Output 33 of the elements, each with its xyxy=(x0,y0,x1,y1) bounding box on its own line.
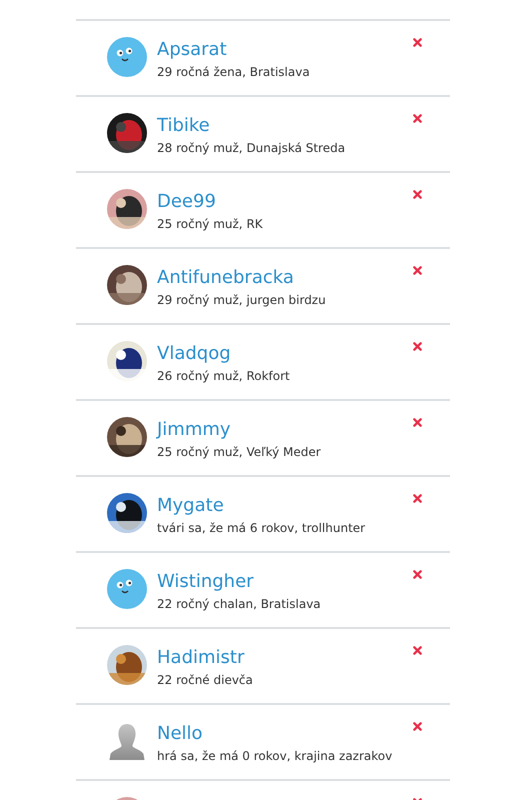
user-info: tvári sa, že má 6 rokov, trollhunter xyxy=(157,520,366,537)
user-name-link[interactable]: Apsarat xyxy=(157,38,310,62)
remove-icon[interactable] xyxy=(413,646,422,655)
user-info: 26 ročný muž, Rokfort xyxy=(157,368,290,385)
user-name-link[interactable]: Mygate xyxy=(157,494,366,518)
user-info: 22 ročné dievča xyxy=(157,672,253,689)
user-name-link[interactable]: Jimmmy xyxy=(157,418,321,442)
user-info: 25 ročný muž, RK xyxy=(157,216,263,233)
user-info: 22 ročný chalan, Bratislava xyxy=(157,596,321,613)
user-name-link[interactable]: Nello xyxy=(157,722,392,746)
user-name-link[interactable]: Antifunebracka xyxy=(157,266,326,290)
user-info: 25 ročný muž, Veľký Meder xyxy=(157,444,321,461)
remove-icon[interactable] xyxy=(413,190,422,199)
remove-icon[interactable] xyxy=(413,114,422,123)
user-name-link[interactable]: Tibike xyxy=(157,114,346,138)
remove-icon[interactable] xyxy=(413,38,422,47)
user-name-link[interactable]: Vladqog xyxy=(157,342,290,366)
user-name-link[interactable]: Hadimistr xyxy=(157,646,253,670)
user-name-link[interactable]: Wistingher xyxy=(157,570,321,594)
remove-icon[interactable] xyxy=(413,722,422,731)
remove-icon[interactable] xyxy=(413,342,422,351)
remove-icon[interactable] xyxy=(413,570,422,579)
smiley-avatar-icon xyxy=(107,569,147,609)
smiley-avatar-icon xyxy=(107,37,147,77)
remove-icon[interactable] xyxy=(413,418,422,427)
user-name-link[interactable]: Dee99 xyxy=(157,190,263,214)
user-info: 29 ročný muž, jurgen birdzu xyxy=(157,292,326,309)
remove-icon[interactable] xyxy=(413,266,422,275)
user-silhouette-icon xyxy=(107,721,147,761)
remove-icon[interactable] xyxy=(413,494,422,503)
user-info: 29 ročná žena, Bratislava xyxy=(157,64,310,81)
user-info: 28 ročný muž, Dunajská Streda xyxy=(157,140,346,157)
user-info: hrá sa, že má 0 rokov, krajina zazrakov xyxy=(157,748,392,765)
